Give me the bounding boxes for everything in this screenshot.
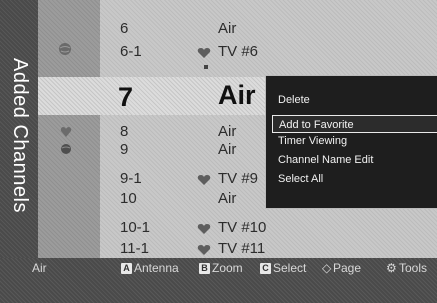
up-arrow-icon — [204, 65, 208, 69]
channel-number: 6 — [120, 20, 129, 37]
globe-icon — [59, 43, 71, 55]
antenna-button-label[interactable]: Antenna — [134, 261, 179, 275]
zoom-button-label[interactable]: Zoom — [212, 261, 243, 275]
scroll-indicator-top — [100, 63, 437, 71]
favorite-heart-icon — [197, 48, 211, 58]
key-b-icon: B — [199, 263, 210, 274]
favorite-heart-icon — [197, 245, 211, 255]
key-a-icon: A — [121, 263, 132, 274]
channel-number: 9-1 — [120, 170, 142, 187]
channel-row[interactable]: 6 Air — [100, 20, 437, 42]
page-arrows-icon: ◇ — [322, 261, 332, 275]
channel-name: TV #6 — [218, 43, 259, 60]
tools-icon: ⚙ — [386, 261, 397, 275]
channel-number: 9 — [120, 141, 129, 158]
channel-list-screen: Added Channels 6 Air 6-1 TV #6 7 Air 8 A… — [0, 0, 437, 303]
channel-name: TV #10 — [218, 219, 267, 236]
channel-number: 8 — [120, 123, 129, 140]
channel-name: TV #9 — [218, 170, 259, 187]
heart-icon — [60, 127, 72, 137]
channel-name: Air — [218, 141, 237, 158]
globe-icon — [61, 144, 71, 154]
key-c-icon: C — [260, 263, 271, 274]
channel-name: Air — [218, 20, 237, 37]
page-title: Added Channels — [8, 57, 31, 213]
channel-row[interactable]: 6-1 TV #6 — [100, 43, 437, 65]
side-title-bar: Added Channels — [0, 0, 38, 258]
tools-label[interactable]: Tools — [399, 261, 427, 275]
menu-item-timer-viewing[interactable]: Timer Viewing — [272, 132, 437, 150]
channel-number: 6-1 — [120, 43, 142, 60]
page-title-wrap: Added Channels — [2, 20, 36, 250]
page-label[interactable]: Page — [333, 261, 361, 275]
favorite-heart-icon — [197, 175, 211, 185]
selected-channel-name: Air — [218, 80, 256, 110]
channel-options-menu: Delete Add to Favorite Timer Viewing Cha… — [265, 75, 437, 209]
channel-row[interactable]: 10-1 TV #10 — [100, 219, 437, 241]
menu-item-delete[interactable]: Delete — [272, 91, 437, 109]
channel-number: 11-1 — [120, 240, 149, 257]
menu-item-channel-name-edit[interactable]: Channel Name Edit — [272, 151, 437, 169]
selected-channel-number: 7 — [118, 82, 134, 112]
bottom-bar: Air A Antenna B Zoom C Select ◇ Page ⚙ T… — [0, 258, 437, 303]
select-button-label[interactable]: Select — [273, 261, 306, 275]
channel-name: Air — [218, 190, 237, 207]
channel-name: Air — [218, 123, 237, 140]
source-label: Air — [32, 261, 47, 275]
channel-number: 10-1 — [120, 219, 151, 236]
favorite-heart-icon — [197, 224, 211, 234]
channel-number: 10 — [120, 190, 137, 207]
channel-name: TV #11 — [218, 240, 266, 257]
menu-item-add-to-favorite[interactable]: Add to Favorite — [272, 115, 437, 133]
menu-item-select-all[interactable]: Select All — [272, 170, 437, 188]
